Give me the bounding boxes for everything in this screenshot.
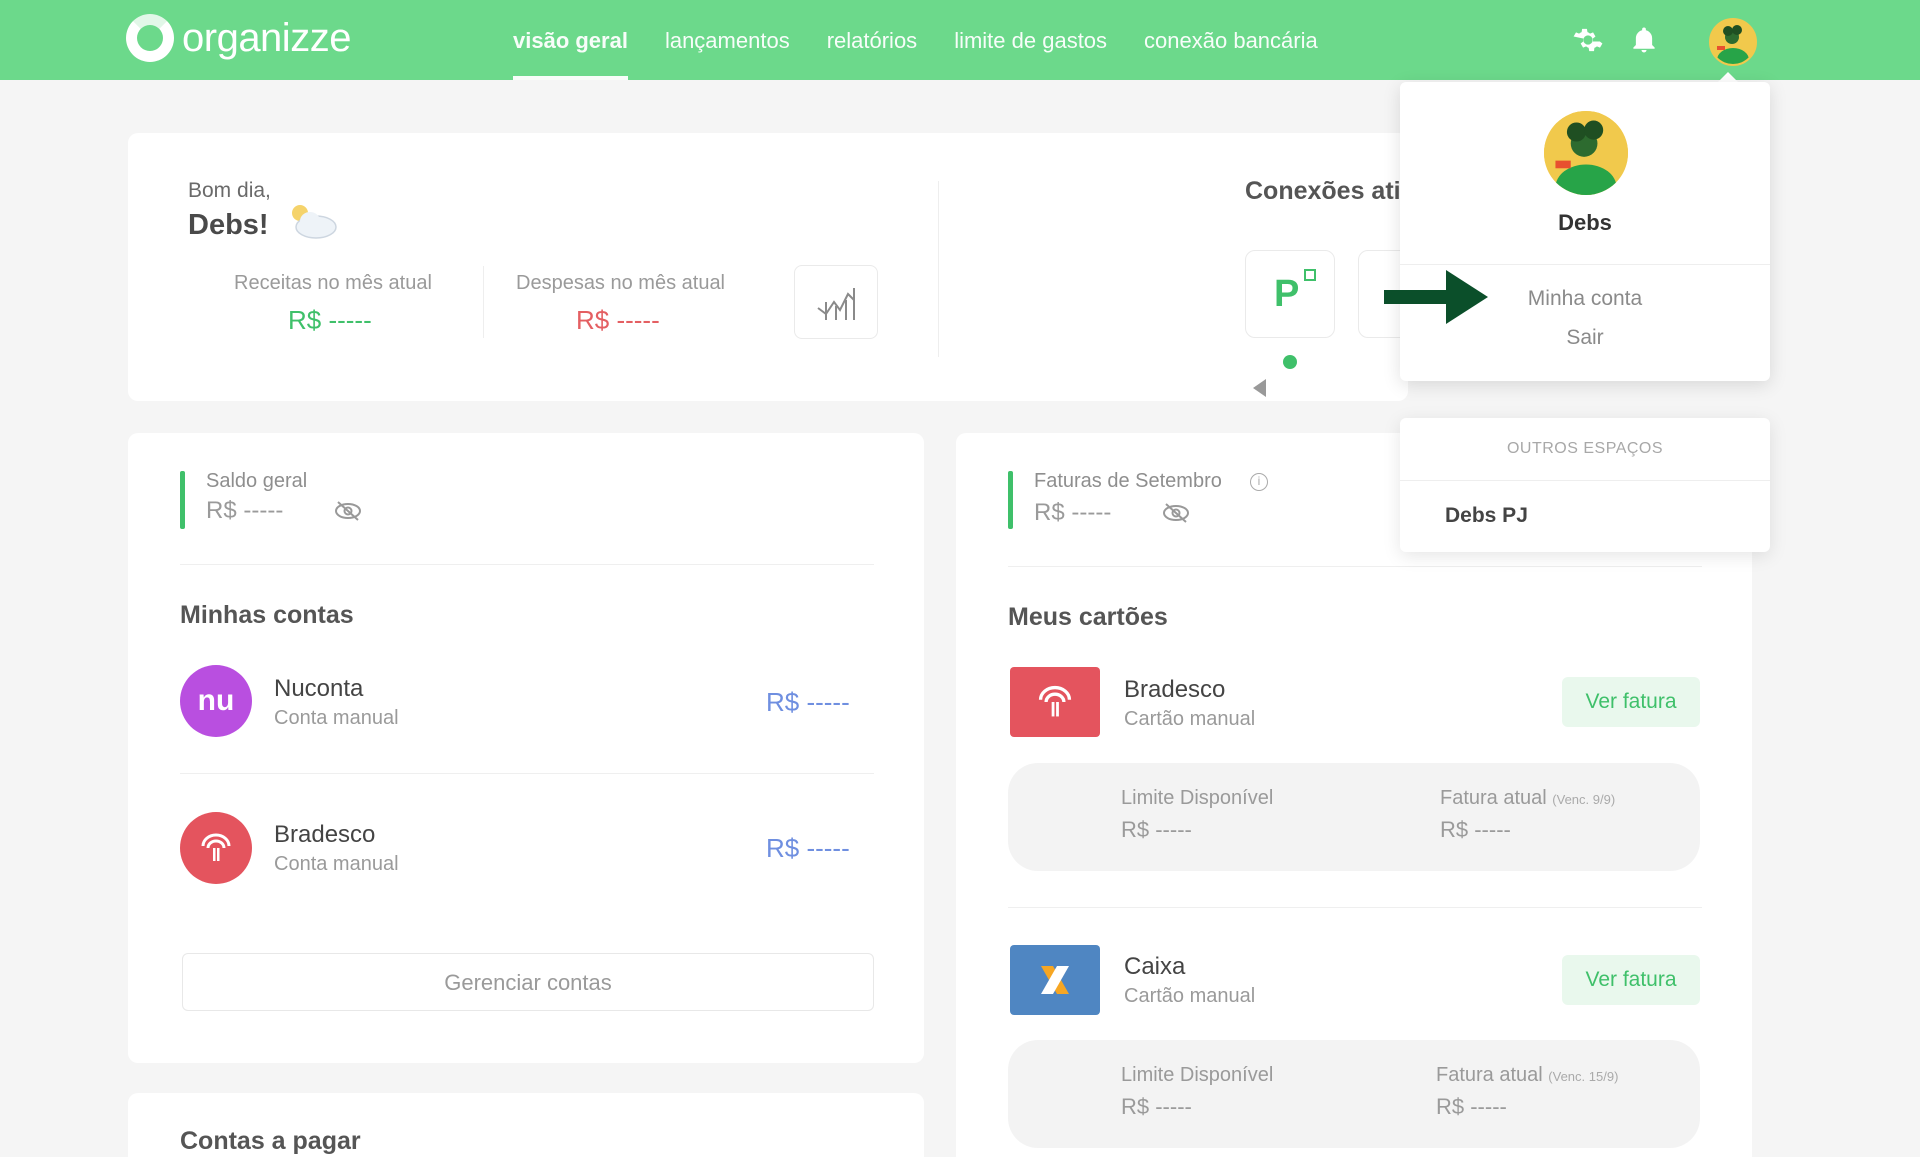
other-spaces-box: OUTROS ESPAÇOS Debs PJ [1400, 418, 1770, 552]
main-nav: visão geral lançamentos relatórios limit… [513, 0, 1355, 80]
picpay-logo-icon: P [1274, 273, 1300, 315]
current-invoice-label: Fatura atual (Venc. 9/9) [1440, 787, 1615, 810]
line-chart-icon [817, 288, 855, 320]
card-name[interactable]: Bradesco [1124, 676, 1225, 704]
top-navbar: organizze visão geral lançamentos relató… [0, 0, 1920, 80]
limit-label: Limite Disponível [1121, 787, 1274, 809]
current-invoice-value: R$ ----- [1440, 817, 1511, 842]
account-value: R$ ----- [766, 687, 850, 717]
account-value: R$ ----- [766, 833, 850, 863]
account-name[interactable]: Bradesco [274, 821, 375, 849]
limit-label: Limite Disponível [1121, 1064, 1274, 1086]
payables-card: Contas a pagar [128, 1093, 924, 1157]
weather-cloud-icon [286, 201, 340, 246]
cards-title: Meus cartões [1008, 603, 1168, 631]
user-dropdown: Debs Minha conta Sair [1400, 82, 1770, 381]
divider [1400, 480, 1770, 481]
divider [1008, 907, 1702, 908]
divider [180, 773, 874, 774]
space-item-debs-pj[interactable]: Debs PJ [1445, 504, 1528, 528]
connections-title: Conexões ati [1245, 177, 1401, 205]
bell-icon[interactable] [1629, 24, 1661, 56]
user-greeting-name: Debs! [188, 209, 269, 241]
limit-value: R$ ----- [1121, 1094, 1192, 1119]
brand-name: organizze [182, 16, 351, 60]
current-invoice-text: Fatura atual [1440, 787, 1547, 809]
current-invoice-value: R$ ----- [1436, 1094, 1507, 1119]
dropdown-user-name: Debs [1558, 210, 1612, 235]
carousel-dot[interactable] [1283, 355, 1297, 369]
dropdown-caret [1718, 72, 1738, 82]
payables-title: Contas a pagar [180, 1127, 361, 1155]
income-value: R$ ----- [288, 305, 372, 335]
nubank-logo-icon: nu [180, 665, 252, 737]
due-date: (Venc. 9/9) [1552, 792, 1616, 807]
balance-value: R$ ----- [206, 497, 284, 524]
nav-item-limite-de-gastos[interactable]: limite de gastos [954, 0, 1107, 80]
picpay-square-icon [1304, 269, 1316, 281]
expense-label: Despesas no mês atual [516, 272, 726, 294]
invoice-label: Faturas de Setembro [1034, 470, 1222, 492]
greeting-text: Bom dia, [188, 179, 271, 202]
eye-off-icon[interactable] [1162, 501, 1190, 530]
card-details-box: Limite Disponível R$ ----- Fatura atual … [1008, 763, 1700, 871]
income-label: Receitas no mês atual [234, 272, 432, 294]
limit-value: R$ ----- [1121, 817, 1192, 842]
bradesco-logo-icon [180, 812, 252, 884]
stat-divider [483, 266, 484, 338]
current-invoice-text: Fatura atual [1436, 1064, 1543, 1086]
accounts-card: Saldo geral R$ ----- Minhas contas nu Nu… [128, 433, 924, 1063]
card-details-box: Limite Disponível R$ ----- Fatura atual … [1008, 1040, 1700, 1148]
info-icon[interactable]: i [1250, 473, 1268, 491]
brand-logo[interactable]: organizze [126, 14, 351, 62]
divider [1008, 566, 1702, 567]
card-type: Cartão manual [1124, 708, 1256, 730]
expense-value: R$ ----- [576, 305, 660, 335]
nubank-logo-text: nu [197, 684, 235, 717]
bradesco-card-logo-icon [1010, 667, 1100, 737]
other-spaces-title: OUTROS ESPAÇOS [1506, 440, 1664, 457]
account-name[interactable]: Nuconta [274, 675, 363, 703]
balance-label: Saldo geral [206, 470, 308, 492]
view-invoice-button[interactable]: Ver fatura [1562, 677, 1700, 727]
invoice-accent-bar [1008, 471, 1013, 529]
card-type: Cartão manual [1124, 985, 1256, 1007]
nav-item-conexao-bancaria[interactable]: conexão bancária [1144, 0, 1318, 80]
nav-item-visao-geral[interactable]: visão geral [513, 0, 628, 80]
balance-accent-bar [180, 471, 185, 529]
logo-ring-icon [126, 14, 174, 62]
gear-icon[interactable] [1572, 24, 1604, 56]
view-invoice-button[interactable]: Ver fatura [1562, 955, 1700, 1005]
connection-tile-picpay[interactable]: P [1245, 250, 1335, 338]
dropdown-avatar [1544, 111, 1628, 195]
manage-accounts-button[interactable]: Gerenciar contas [182, 953, 874, 1011]
card-name[interactable]: Caixa [1124, 953, 1185, 981]
eye-off-icon[interactable] [334, 499, 362, 528]
chart-toggle-button[interactable] [794, 265, 878, 339]
due-date: (Venc. 15/9) [1548, 1069, 1619, 1084]
caixa-card-logo-icon [1010, 945, 1100, 1015]
account-type: Conta manual [274, 853, 399, 875]
accounts-title: Minhas contas [180, 601, 354, 629]
current-invoice-label: Fatura atual (Venc. 15/9) [1436, 1064, 1618, 1087]
invoice-value: R$ ----- [1034, 499, 1112, 526]
pointer-arrow-icon [1384, 268, 1488, 331]
nav-item-lancamentos[interactable]: lançamentos [665, 0, 790, 80]
account-type: Conta manual [274, 707, 399, 729]
carousel-prev-icon[interactable] [1253, 379, 1266, 397]
avatar[interactable] [1709, 18, 1757, 66]
divider [1400, 264, 1770, 265]
summary-card: Bom dia, Debs! Receitas no mês atual R$ … [128, 133, 1418, 401]
nav-item-relatorios[interactable]: relatórios [827, 0, 917, 80]
section-divider [938, 181, 939, 357]
divider [180, 564, 874, 565]
